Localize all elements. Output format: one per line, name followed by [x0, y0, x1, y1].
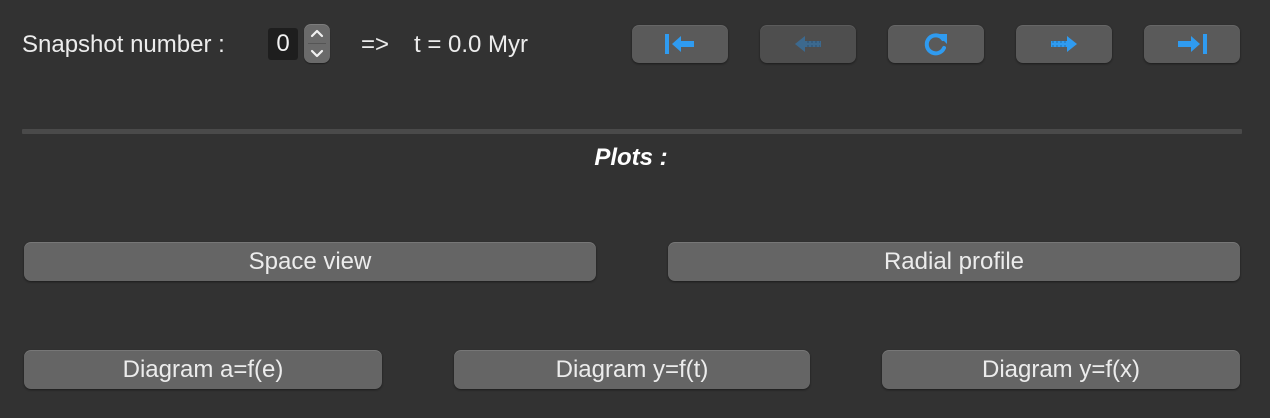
diagram-y-x-button[interactable]: Diagram y=f(x)	[882, 350, 1240, 389]
equals-arrow: =>	[361, 31, 390, 58]
next-snapshot-button[interactable]	[1016, 25, 1112, 63]
first-snapshot-button[interactable]	[632, 25, 728, 63]
snapshot-number-field[interactable]: 0	[268, 28, 298, 60]
refresh-icon	[924, 33, 947, 56]
next-snapshot-icon	[1051, 36, 1077, 52]
radial-profile-button[interactable]: Radial profile	[668, 242, 1240, 281]
snapshot-stepper[interactable]	[304, 24, 330, 63]
diagram-a-e-button[interactable]: Diagram a=f(e)	[24, 350, 382, 389]
snapshot-number-label: Snapshot number :	[22, 31, 225, 58]
chevron-down-icon[interactable]	[304, 44, 330, 63]
snapshot-time: t = 0.0 Myr	[414, 31, 529, 58]
plots-title: Plots :	[594, 144, 668, 171]
refresh-button[interactable]	[888, 25, 984, 63]
chevron-up-icon[interactable]	[304, 24, 330, 43]
previous-snapshot-icon	[795, 36, 821, 52]
section-divider	[22, 129, 1242, 134]
space-view-button[interactable]: Space view	[24, 242, 596, 281]
last-snapshot-icon	[1178, 34, 1207, 54]
last-snapshot-button[interactable]	[1144, 25, 1240, 63]
previous-snapshot-button[interactable]	[760, 25, 856, 63]
diagram-y-t-button[interactable]: Diagram y=f(t)	[454, 350, 810, 389]
first-snapshot-icon	[665, 34, 694, 54]
